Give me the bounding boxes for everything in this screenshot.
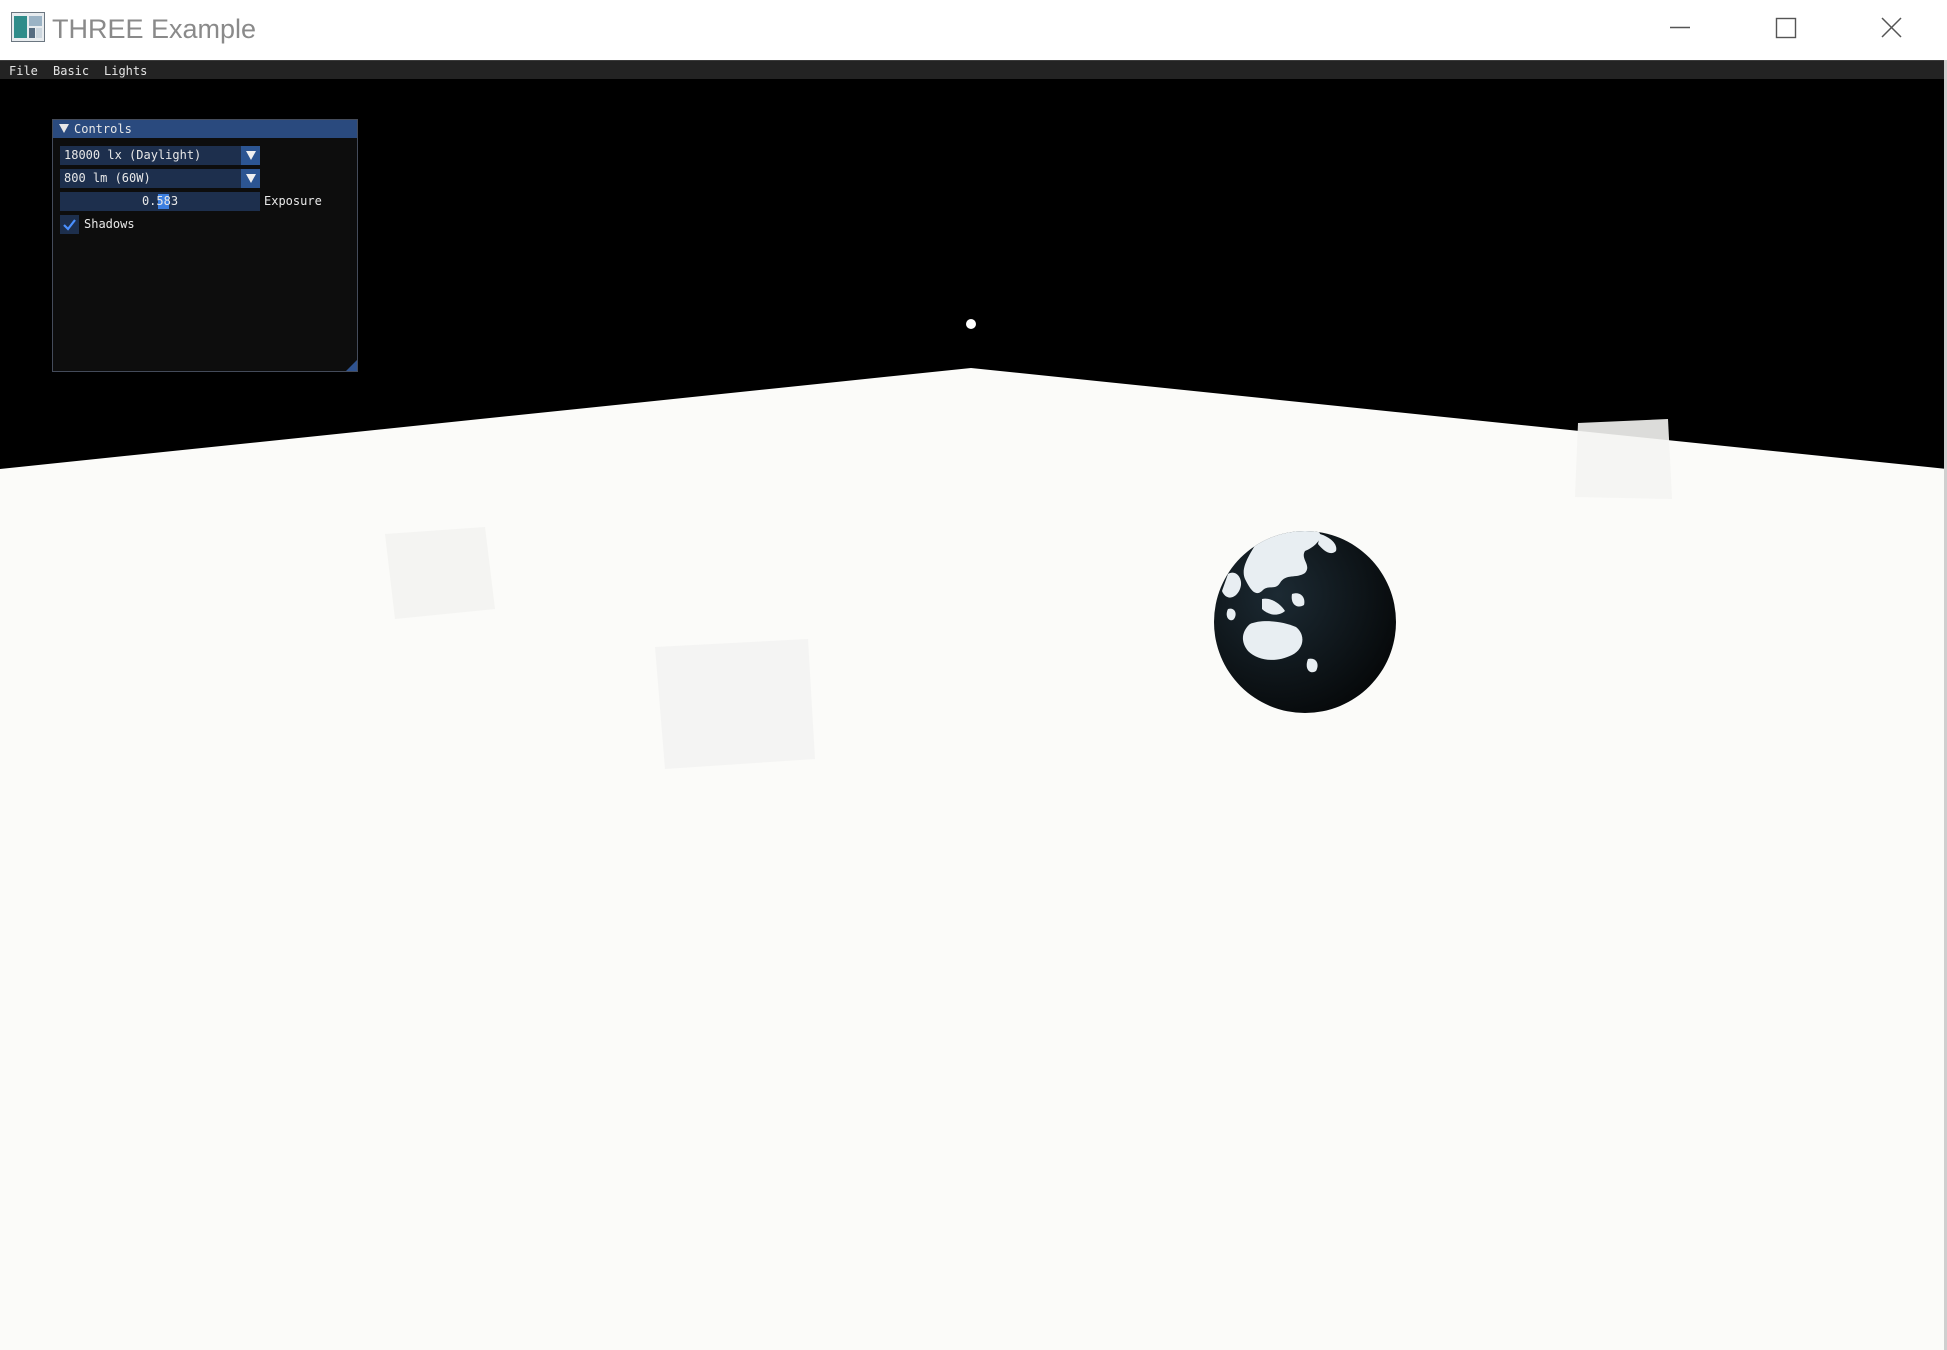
point-light <box>966 319 976 329</box>
floor-plane <box>0 368 1947 1350</box>
app-window: THREE Example File Basic Lights Controls… <box>0 0 1947 1350</box>
menu-bar: File Basic Lights <box>0 60 1947 80</box>
controls-panel: Controls 18000 lx (Daylight) 800 lm (60W… <box>52 119 358 372</box>
box-middle <box>655 639 815 769</box>
window-title: THREE Example <box>52 14 257 44</box>
checkmark-icon <box>63 219 76 231</box>
shadows-label: Shadows <box>84 217 135 231</box>
shadows-checkbox[interactable] <box>60 215 79 234</box>
dropdown-arrow-icon[interactable] <box>241 146 260 165</box>
menu-file[interactable]: File <box>9 63 38 79</box>
bulb-power-dropdown[interactable]: 800 lm (60W) <box>60 169 260 188</box>
close-button[interactable] <box>1838 0 1943 56</box>
bulb-power-value: 800 lm (60W) <box>64 171 151 185</box>
minimize-icon <box>1670 26 1690 29</box>
app-window-icon <box>11 12 45 42</box>
box-right <box>1575 419 1672 499</box>
controls-panel-header[interactable]: Controls <box>53 120 357 138</box>
menu-lights[interactable]: Lights <box>104 63 147 79</box>
maximize-icon <box>1775 17 1797 39</box>
hemisphere-lux-value: 18000 lx (Daylight) <box>64 148 202 162</box>
close-icon <box>1881 17 1902 38</box>
panel-resize-grip[interactable] <box>346 360 357 371</box>
box-left <box>385 527 495 619</box>
hemisphere-lux-dropdown[interactable]: 18000 lx (Daylight) <box>60 146 260 165</box>
dropdown-arrow-icon[interactable] <box>241 169 260 188</box>
exposure-slider[interactable]: 0.583 <box>60 192 260 211</box>
controls-panel-title: Controls <box>74 122 132 136</box>
exposure-value: 0.583 <box>141 194 179 208</box>
menu-basic[interactable]: Basic <box>53 63 89 79</box>
title-bar[interactable]: THREE Example <box>0 0 1947 60</box>
collapse-arrow-icon[interactable] <box>59 124 69 133</box>
maximize-button[interactable] <box>1732 0 1837 56</box>
minimize-button[interactable] <box>1627 0 1732 56</box>
exposure-label: Exposure <box>264 194 322 208</box>
